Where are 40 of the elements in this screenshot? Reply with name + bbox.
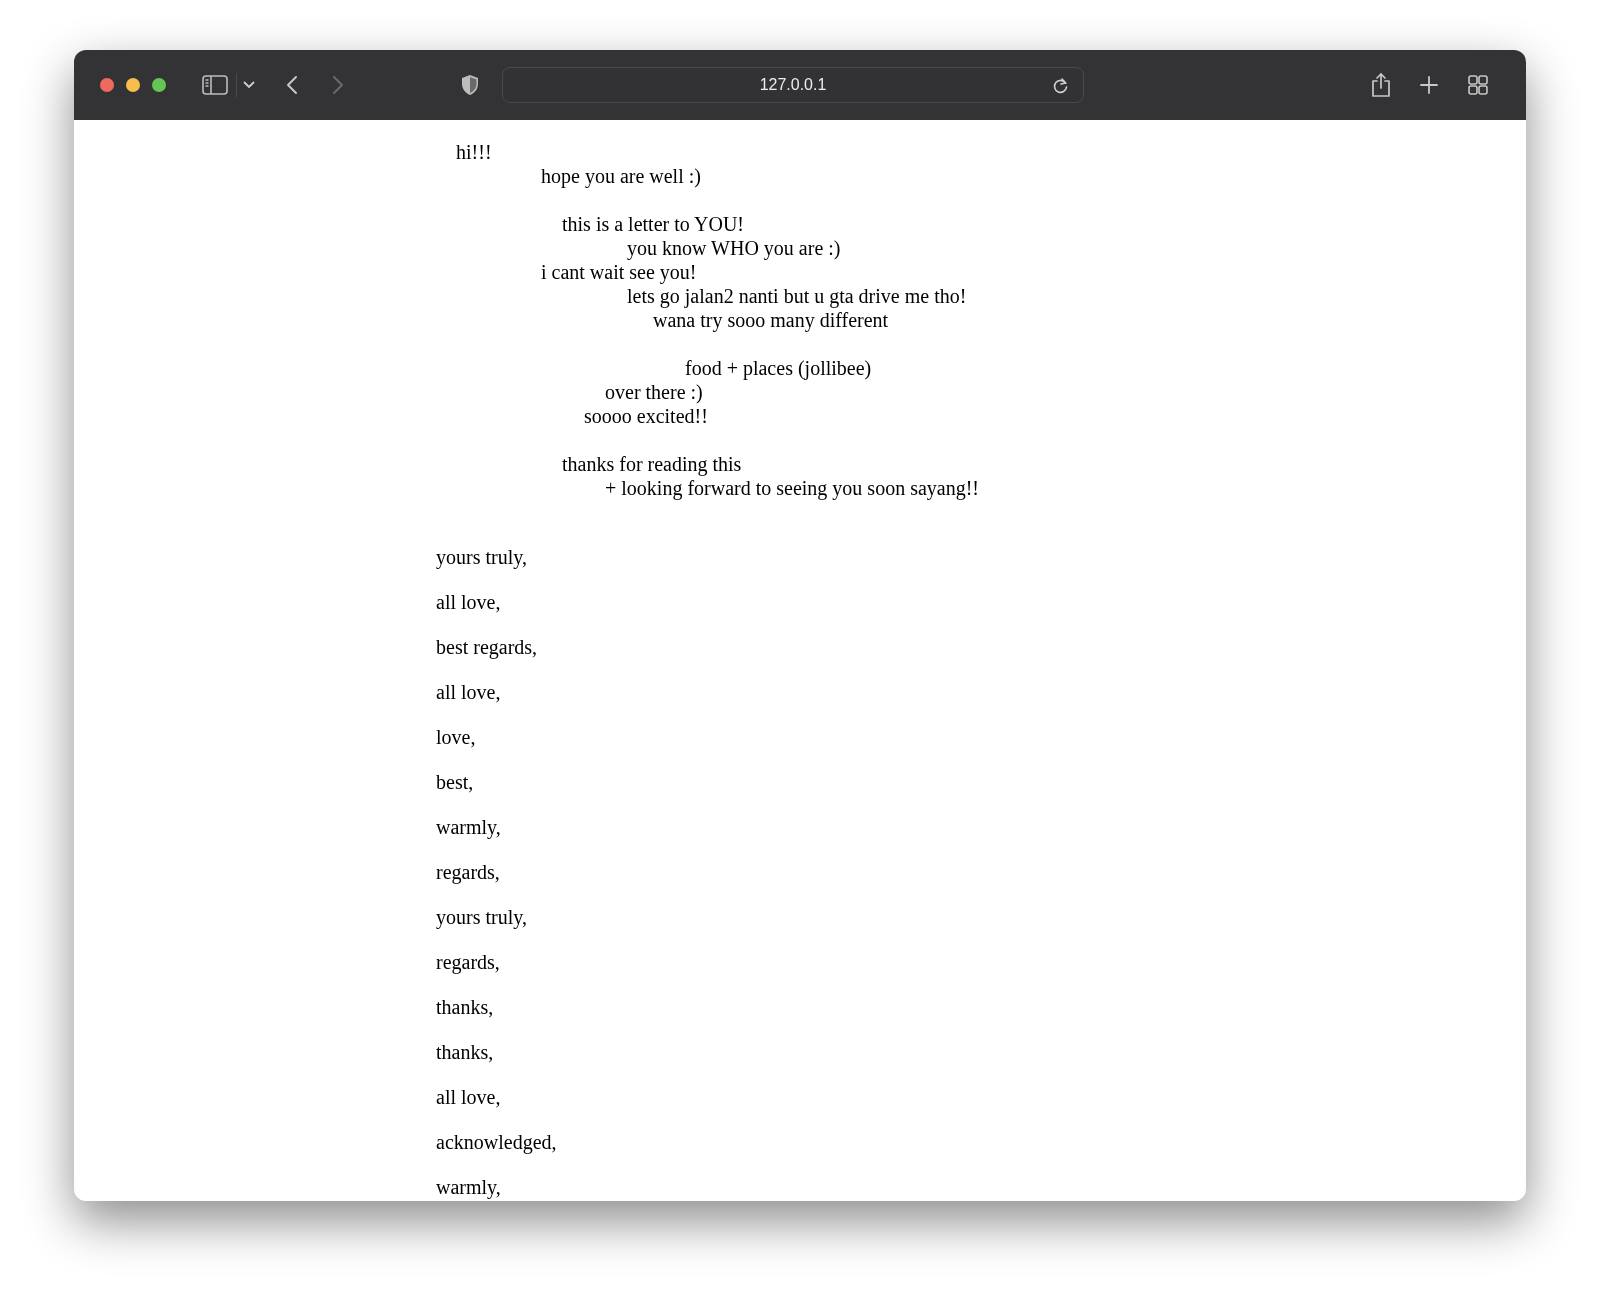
address-bar[interactable]: 127.0.0.1 [502,67,1084,103]
signoff-line: yours truly, [436,545,527,569]
sidebar-icon[interactable] [202,74,228,96]
signoff-line: thanks, [436,995,494,1019]
letter-line: thanks for reading this [562,452,742,476]
signoff-line: warmly, [436,815,501,839]
letter-line: hope you are well :) [541,164,701,188]
chevron-down-icon[interactable] [243,81,255,89]
letter-line: + looking forward to seeing you soon sayang!! [605,476,979,500]
url-text: 127.0.0.1 [759,75,827,95]
signoff-line: acknowledged, [436,1130,557,1154]
back-icon[interactable] [286,75,298,95]
zoom-button[interactable] [152,78,166,92]
signoff-line: regards, [436,950,500,974]
signoff-line: best regards, [436,635,538,659]
share-icon[interactable] [1370,72,1392,98]
letter-line: lets go jalan2 nanti but u gta drive me tho! [627,284,967,308]
signoff-line: yours truly, [436,905,527,929]
letter-line: this is a letter to YOU! [562,212,744,236]
letter-line: i cant wait see you! [541,260,697,284]
signoff-line: thanks, [436,1040,494,1064]
letter-line: over there :) [605,380,703,404]
letter-line: food + places (jollibee) [685,356,872,380]
signoff-line: best, [436,770,474,794]
signoff-line: all love, [436,590,501,614]
signoff-line: warmly, [436,1175,501,1199]
signoff-line: regards, [436,860,500,884]
shield-icon[interactable] [460,74,480,96]
letter-line: wana try sooo many different [653,308,889,332]
signoff-line: all love, [436,1085,501,1109]
signoff-line: all love, [436,680,501,704]
signoff-line: love, [436,725,476,749]
letter-line: hi!!! [456,140,492,164]
new-tab-icon[interactable] [1419,75,1439,95]
close-button[interactable] [100,78,114,92]
letter-line: soooo excited!! [584,404,708,428]
minimize-button[interactable] [126,78,140,92]
tab-overview-icon[interactable] [1467,74,1489,96]
reload-icon[interactable] [1052,77,1069,95]
letter-line: you know WHO you are :) [627,236,841,260]
